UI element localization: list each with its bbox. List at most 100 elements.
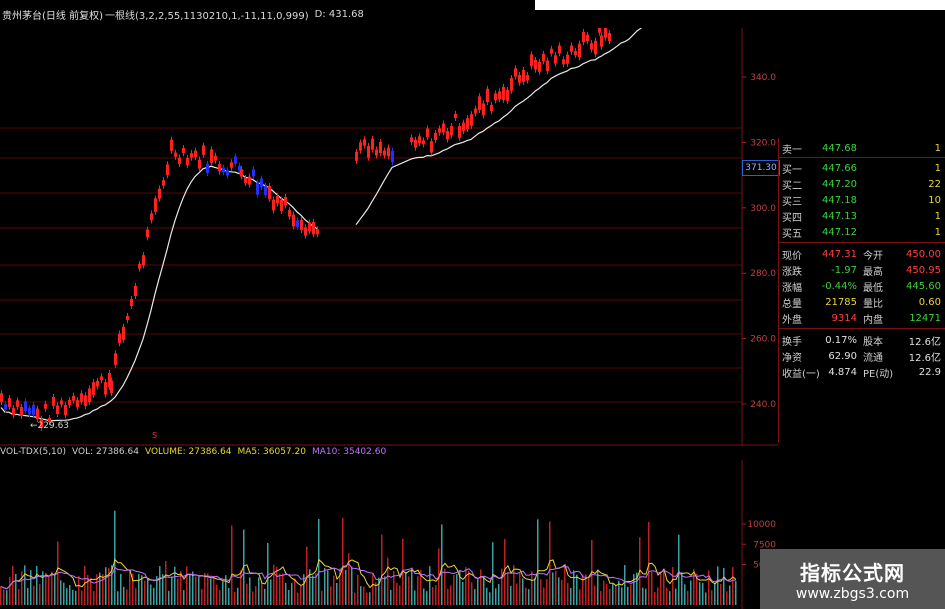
watermark: 指标公式网 www.zbgs3.com — [760, 549, 945, 609]
stat-row[interactable]: 收益(一) 4.874 PE(动) 22.9 — [779, 364, 945, 380]
volume-bar — [9, 576, 11, 605]
volume-bar — [246, 583, 248, 605]
candle-body — [60, 400, 63, 405]
volume-bar — [486, 587, 488, 605]
candle-body — [375, 149, 378, 156]
vol-name[interactable]: VOL-TDX(5,10) — [0, 447, 66, 461]
candle-body — [8, 398, 11, 407]
volume-bar — [210, 578, 212, 605]
volume-bar — [297, 592, 299, 605]
candle-body — [542, 53, 545, 62]
candle-body — [100, 376, 103, 381]
buy-row[interactable]: 买二 447.20 22 — [779, 176, 945, 192]
quote-label-2: 最低 — [863, 282, 883, 294]
volume-bar — [237, 587, 239, 605]
quote-label: 卖一 — [782, 144, 802, 156]
volume-bar — [675, 588, 677, 605]
stat-row[interactable]: 总量 21785 量比 0.60 — [779, 294, 945, 310]
window-edge — [535, 0, 945, 10]
quote-label: 买三 — [782, 196, 802, 208]
volume-bar — [426, 591, 428, 605]
volume-bar — [633, 574, 635, 605]
volume-bar — [78, 576, 80, 605]
indicator-label[interactable]: 一根线(3,2,2,55,1130210,1,-11,11,0,999) — [105, 7, 309, 22]
kline-chart[interactable]: 360.0340.0320.0300.0280.0260.0240.0S — [0, 28, 778, 446]
candle-body — [367, 145, 370, 158]
stock-title[interactable]: 贵州茅台(日线 前复权) — [2, 7, 103, 22]
volume-bar — [711, 590, 713, 605]
candle-body — [256, 182, 259, 195]
candle-body — [574, 51, 577, 56]
volume-bar — [330, 586, 332, 605]
candle-body — [414, 139, 417, 148]
quote-value-2: 1 — [934, 210, 941, 222]
candle-body — [202, 145, 205, 155]
buy-row[interactable]: 买四 447.13 1 — [779, 208, 945, 224]
candle-body — [198, 159, 201, 169]
stat-row[interactable]: 现价 447.31 今开 450.00 — [779, 246, 945, 262]
vol-value: VOL: 27386.64 — [72, 447, 139, 457]
quote-value-2: 22.9 — [918, 366, 941, 378]
volume-bar — [444, 568, 446, 605]
volume-bar — [171, 576, 173, 605]
stat-row[interactable]: 涨幅 -0.44% 最低 445.60 — [779, 278, 945, 294]
candle-body — [194, 150, 197, 158]
volume-bar — [240, 570, 242, 605]
volume-bar — [24, 565, 26, 605]
volume-bar — [465, 567, 467, 605]
sell-row[interactable]: 卖一 447.68 1 — [779, 140, 945, 156]
volume-bar — [21, 571, 23, 605]
volume-bar — [126, 589, 128, 605]
quote-value-2: 1 — [934, 142, 941, 154]
volume-chart[interactable]: 1000075005000 — [0, 460, 778, 609]
volume-bar — [729, 585, 731, 605]
candle-body — [462, 122, 465, 131]
price-tick-label: 320.0 — [750, 138, 776, 148]
volume-bar — [138, 573, 140, 605]
candle-body — [422, 140, 425, 145]
stat-row[interactable]: 净资 62.90 流通 12.6亿 — [779, 348, 945, 364]
quote-value-2: 450.00 — [906, 248, 941, 260]
stat-row[interactable]: 换手 0.17% 股本 12.6亿 — [779, 332, 945, 348]
volume-bar — [651, 571, 653, 605]
volume-bar — [732, 567, 734, 605]
candle-body — [594, 40, 597, 55]
candle-body — [566, 54, 569, 64]
volume-bar — [720, 584, 722, 605]
candle-body — [264, 185, 267, 196]
candle-body — [546, 60, 549, 71]
stat-row[interactable]: 外盘 9314 内盘 12471 — [779, 310, 945, 326]
candle-body — [24, 401, 27, 411]
volume-bar — [162, 574, 164, 605]
candle-body — [383, 150, 386, 156]
quote-value-2: 1 — [934, 226, 941, 238]
quote-value: 0.17% — [825, 334, 857, 346]
buy-row[interactable]: 买三 447.18 10 — [779, 192, 945, 208]
stat-row[interactable]: 涨跌 -1.97 最高 450.95 — [779, 262, 945, 278]
volume-bar — [381, 534, 383, 605]
quote-label: 买一 — [782, 164, 802, 176]
volume-bar — [588, 577, 590, 605]
volume-bar — [621, 587, 623, 605]
candle-body — [72, 395, 75, 401]
volume-bar — [186, 566, 188, 605]
buy-row[interactable]: 买五 447.12 1 — [779, 224, 945, 240]
candle-body — [410, 137, 413, 142]
volume-bar — [480, 569, 482, 605]
candle-body — [458, 125, 461, 138]
candle-body — [92, 382, 95, 395]
quote-value: 447.68 — [822, 142, 857, 154]
volume-bar — [642, 587, 644, 605]
volume-bar — [84, 565, 86, 605]
volume-bar — [114, 510, 116, 605]
volume-bar — [72, 589, 74, 605]
quote-value: 447.31 — [822, 248, 857, 260]
candle-body — [514, 68, 517, 77]
candle-body — [292, 214, 295, 227]
volume-bar — [522, 578, 524, 605]
candle-body — [166, 164, 169, 176]
quote-label-2: 最高 — [863, 266, 883, 278]
candle-body — [510, 78, 513, 91]
buy-row[interactable]: 买一 447.66 1 — [779, 160, 945, 176]
volume-bar — [291, 582, 293, 605]
